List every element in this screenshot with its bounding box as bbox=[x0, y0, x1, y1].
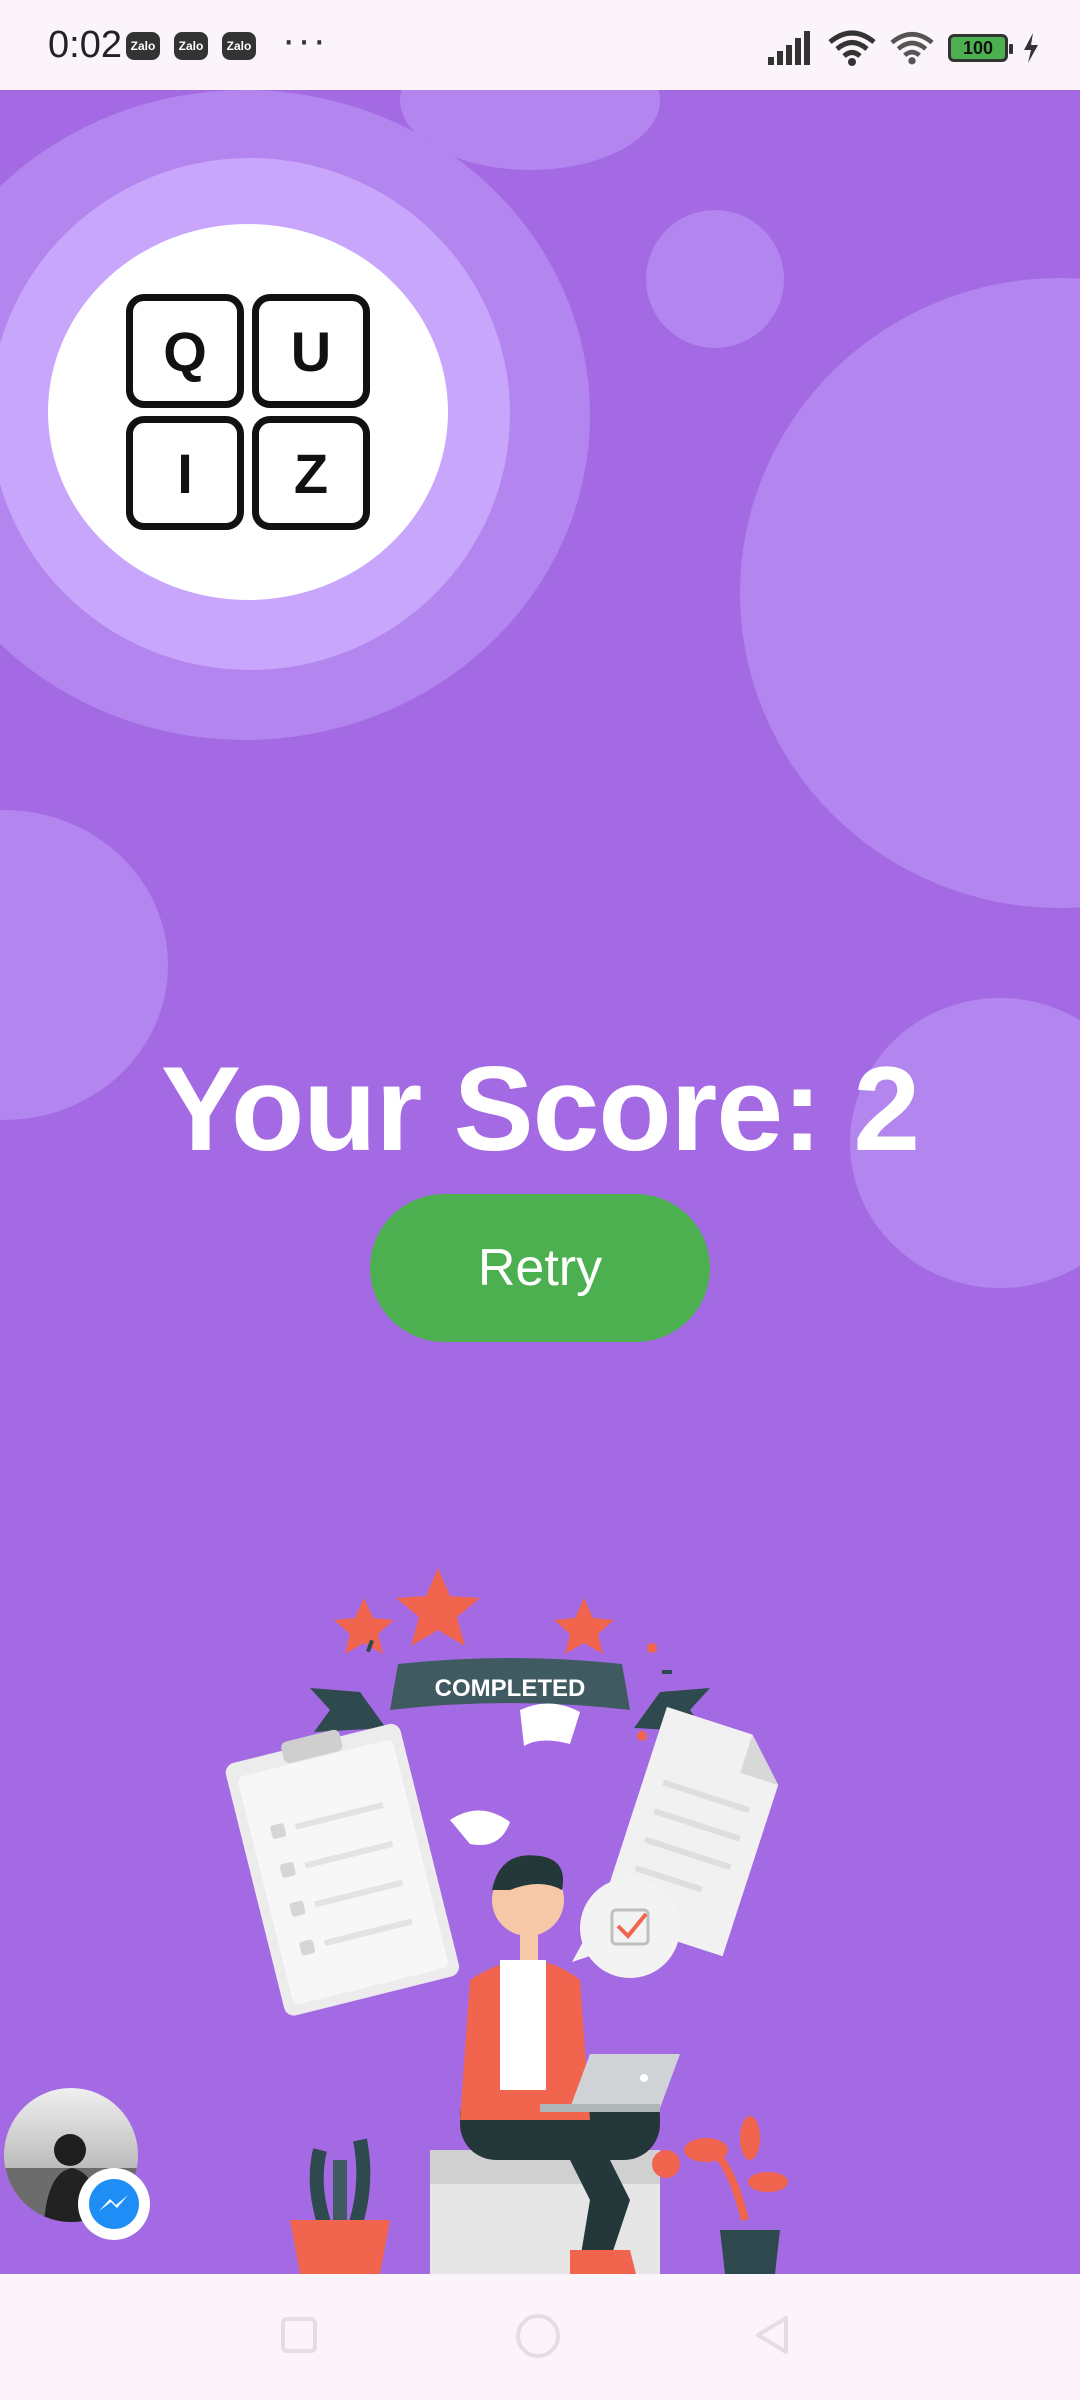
signal-icon bbox=[768, 31, 810, 65]
wifi-icon bbox=[828, 30, 876, 66]
recent-apps-icon[interactable] bbox=[280, 2316, 318, 2354]
star-icon bbox=[396, 1568, 480, 1646]
decorative-bubble bbox=[646, 210, 784, 348]
score-text: Your Score: 2 bbox=[160, 1042, 920, 1176]
zalo-notification-icon: Zalo bbox=[174, 32, 208, 60]
status-bar: 0:02 Zalo Zalo Zalo ··· 100 bbox=[0, 0, 1080, 90]
messenger-icon bbox=[78, 2168, 150, 2240]
banner-text: COMPLETED bbox=[435, 1675, 586, 1702]
status-indicators: 100 bbox=[768, 28, 1040, 68]
quiz-logo-letter: Z bbox=[252, 416, 370, 530]
completed-illustration: COMPLETED bbox=[225, 1568, 788, 2274]
navigation-bar bbox=[0, 2274, 1080, 2400]
wifi-icon bbox=[890, 31, 934, 65]
battery-icon: 100 bbox=[948, 34, 1013, 62]
home-icon[interactable] bbox=[514, 2312, 562, 2360]
star-icon bbox=[334, 1598, 394, 1654]
status-time: 0:02 bbox=[48, 24, 122, 66]
zalo-notification-icon: Zalo bbox=[126, 32, 160, 60]
zalo-notification-icon: Zalo bbox=[222, 32, 256, 60]
quiz-logo-grid: Q U I Z bbox=[126, 294, 370, 530]
quiz-logo-letter: I bbox=[126, 416, 244, 530]
quiz-logo-letter: U bbox=[252, 294, 370, 408]
battery-level: 100 bbox=[962, 37, 994, 58]
star-icon bbox=[554, 1598, 614, 1654]
retry-button[interactable]: Retry bbox=[370, 1194, 710, 1342]
more-notifications-icon: ··· bbox=[282, 18, 328, 62]
charging-icon bbox=[1024, 33, 1038, 63]
quiz-logo-letter: Q bbox=[126, 294, 244, 408]
quiz-result-screen: Q U I Z Your Score: 2 Retry COMPLETED bbox=[0, 90, 1080, 2274]
decorative-bubble bbox=[740, 278, 1080, 908]
back-icon[interactable] bbox=[752, 2314, 792, 2356]
